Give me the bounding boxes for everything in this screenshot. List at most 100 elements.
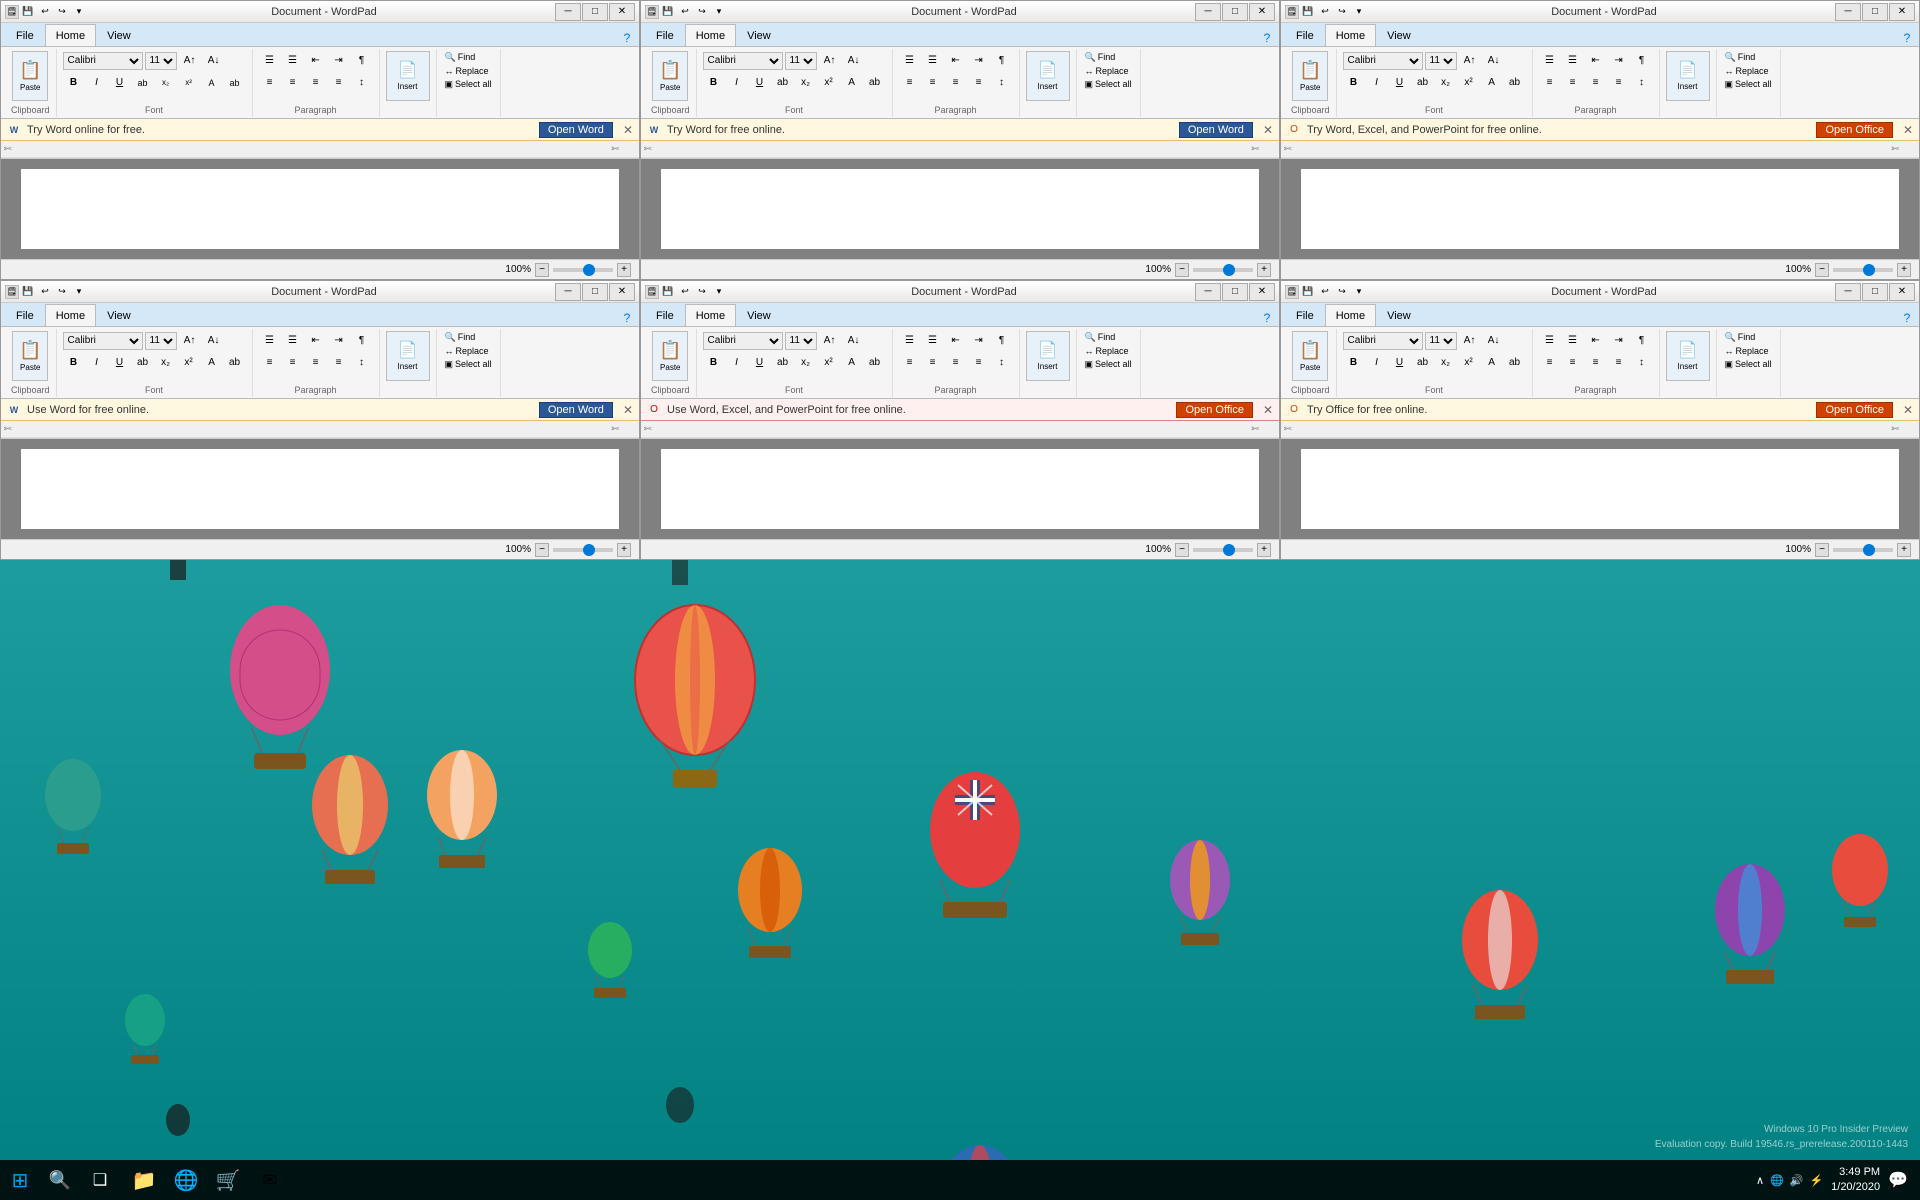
ps-3[interactable]: ¶ xyxy=(1631,51,1653,71)
zoom-out-6[interactable]: − xyxy=(1815,543,1829,557)
close-btn-1[interactable]: ✕ xyxy=(609,3,635,21)
doc-area-6[interactable] xyxy=(1281,439,1919,539)
notif-btn-4[interactable]: Open Word xyxy=(539,402,613,418)
help-btn-3[interactable]: ? xyxy=(1899,30,1915,46)
tray-volume[interactable]: 🔊 xyxy=(1790,1174,1804,1187)
save-qat-3[interactable]: 💾 xyxy=(1300,4,1316,20)
font-shrink-1[interactable]: A↓ xyxy=(203,51,225,71)
decrease-indent-1[interactable]: ⇤ xyxy=(305,51,327,71)
subscript-4[interactable]: x₂ xyxy=(155,353,177,373)
notif-btn-3[interactable]: Open Office xyxy=(1816,122,1893,138)
align-left-1[interactable]: ≡ xyxy=(259,73,281,93)
ac-5[interactable]: ≡ xyxy=(922,353,944,373)
zoom-out-4[interactable]: − xyxy=(535,543,549,557)
aj-3[interactable]: ≡ xyxy=(1608,73,1630,93)
replace-2[interactable]: ↔Replace xyxy=(1083,65,1134,77)
bold-1[interactable]: B xyxy=(63,73,85,93)
font-grow-2[interactable]: A↑ xyxy=(819,51,841,71)
underline-3[interactable]: U xyxy=(1389,73,1411,93)
minimize-btn-3[interactable]: ─ xyxy=(1835,3,1861,21)
zoom-slider-3[interactable] xyxy=(1833,268,1893,272)
tab-home-1[interactable]: Home xyxy=(45,24,96,46)
font-grow-1[interactable]: A↑ xyxy=(179,51,201,71)
insert-btn-3[interactable]: 📄Insert xyxy=(1666,51,1710,101)
color-4[interactable]: A xyxy=(201,353,223,373)
menu-qat-4[interactable]: ▾ xyxy=(71,284,87,300)
undo-qat-3[interactable]: ↩ xyxy=(1317,4,1333,20)
highlight-6[interactable]: ab xyxy=(1504,353,1526,373)
superscript-1[interactable]: x² xyxy=(178,73,200,93)
insert-btn-2[interactable]: 📄Insert xyxy=(1026,51,1070,101)
ar-4[interactable]: ≡ xyxy=(305,353,327,373)
italic-6[interactable]: I xyxy=(1366,353,1388,373)
tab-home-2[interactable]: Home xyxy=(685,24,736,46)
tab-file-4[interactable]: File xyxy=(5,304,45,326)
font-grow-3[interactable]: A↑ xyxy=(1459,51,1481,71)
ps-4[interactable]: ¶ xyxy=(351,331,373,351)
tab-home-3[interactable]: Home xyxy=(1325,24,1376,46)
redo-qat-2[interactable]: ↪ xyxy=(694,4,710,20)
ac-3[interactable]: ≡ xyxy=(1562,73,1584,93)
di-6[interactable]: ⇤ xyxy=(1585,331,1607,351)
save-qat-6[interactable]: 💾 xyxy=(1300,284,1316,300)
font-grow-6[interactable]: A↑ xyxy=(1459,331,1481,351)
italic-3[interactable]: I xyxy=(1366,73,1388,93)
ii-6[interactable]: ⇥ xyxy=(1608,331,1630,351)
maximize-btn-1[interactable]: □ xyxy=(582,3,608,21)
ar-6[interactable]: ≡ xyxy=(1585,353,1607,373)
aj-5[interactable]: ≡ xyxy=(968,353,990,373)
ii-4[interactable]: ⇥ xyxy=(328,331,350,351)
maximize-btn-2[interactable]: □ xyxy=(1222,3,1248,21)
tray-battery[interactable]: ⚡ xyxy=(1809,1174,1823,1187)
subscript-1[interactable]: x₂ xyxy=(155,73,177,93)
align-center-1[interactable]: ≡ xyxy=(282,73,304,93)
paste-btn-6[interactable]: 📋Paste xyxy=(1292,331,1328,381)
font-grow-5[interactable]: A↑ xyxy=(819,331,841,351)
minimize-btn-4[interactable]: ─ xyxy=(555,283,581,301)
ii-3[interactable]: ⇥ xyxy=(1608,51,1630,71)
undo-qat-4[interactable]: ↩ xyxy=(37,284,53,300)
zoom-in-3[interactable]: + xyxy=(1897,263,1911,277)
strikethrough-3[interactable]: ab xyxy=(1412,73,1434,93)
notif-close-1[interactable]: ✕ xyxy=(623,123,633,137)
tab-view-6[interactable]: View xyxy=(1376,304,1422,326)
find-3[interactable]: 🔍Find xyxy=(1723,51,1774,64)
al-5[interactable]: ≡ xyxy=(899,353,921,373)
zoom-out-2[interactable]: − xyxy=(1175,263,1189,277)
di-4[interactable]: ⇤ xyxy=(305,331,327,351)
replace-3[interactable]: ↔Replace xyxy=(1723,65,1774,77)
underline-5[interactable]: U xyxy=(749,353,771,373)
underline-6[interactable]: U xyxy=(1389,353,1411,373)
ii-5[interactable]: ⇥ xyxy=(968,331,990,351)
bullets-4[interactable]: ☰ xyxy=(259,331,281,351)
redo-qat-5[interactable]: ↪ xyxy=(694,284,710,300)
selectall-5[interactable]: ▣Select all xyxy=(1083,358,1134,371)
close-btn-3[interactable]: ✕ xyxy=(1889,3,1915,21)
bold-6[interactable]: B xyxy=(1343,353,1365,373)
selectall-2[interactable]: ▣Select all xyxy=(1083,78,1134,91)
di-2[interactable]: ⇤ xyxy=(945,51,967,71)
tray-expand[interactable]: ∧ xyxy=(1756,1174,1764,1187)
superscript-2[interactable]: x² xyxy=(818,73,840,93)
font-shrink-2[interactable]: A↓ xyxy=(843,51,865,71)
notif-btn-6[interactable]: Open Office xyxy=(1816,402,1893,418)
bullets-3[interactable]: ☰ xyxy=(1539,51,1561,71)
superscript-5[interactable]: x² xyxy=(818,353,840,373)
ls-4[interactable]: ↕ xyxy=(351,353,373,373)
save-qat-2[interactable]: 💾 xyxy=(660,4,676,20)
font-family-6[interactable]: Calibri xyxy=(1343,332,1423,350)
insert-btn-4[interactable]: 📄Insert xyxy=(386,331,430,381)
subscript-3[interactable]: x₂ xyxy=(1435,73,1457,93)
font-shrink-6[interactable]: A↓ xyxy=(1483,331,1505,351)
font-family-1[interactable]: Calibri xyxy=(63,52,143,70)
color-2[interactable]: A xyxy=(841,73,863,93)
selectall-6[interactable]: ▣Select all xyxy=(1723,358,1774,371)
tab-view-5[interactable]: View xyxy=(736,304,782,326)
taskbar-edge[interactable]: 🌐 xyxy=(166,1160,206,1200)
al-2[interactable]: ≡ xyxy=(899,73,921,93)
color-btn-1[interactable]: A xyxy=(201,73,223,93)
tray-network[interactable]: 🌐 xyxy=(1770,1174,1784,1187)
notif-btn-1[interactable]: Open Word xyxy=(539,122,613,138)
font-size-6[interactable]: 11 xyxy=(1425,332,1457,350)
paste-btn-2[interactable]: 📋 Paste xyxy=(652,51,688,101)
